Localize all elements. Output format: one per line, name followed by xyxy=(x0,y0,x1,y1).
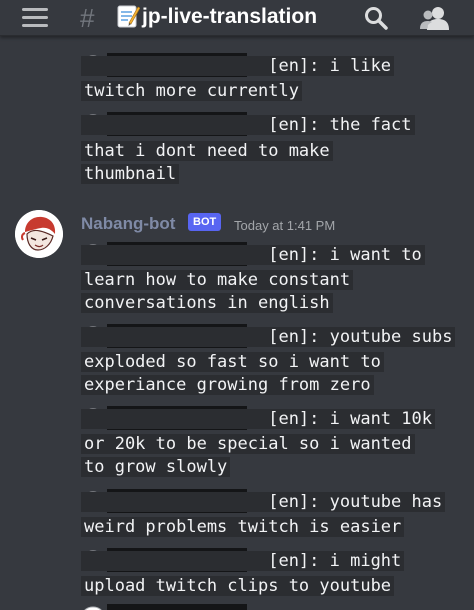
message-text: experiance growing from zero xyxy=(81,374,374,397)
message-text: to grow slowly xyxy=(81,456,231,479)
hamburger-menu-icon[interactable] xyxy=(22,8,48,28)
message-text: [en]: i like xyxy=(81,55,395,78)
message-timestamp: Today at 1:41 PM xyxy=(234,218,336,233)
memo-emoji-icon xyxy=(117,5,140,28)
members-icon[interactable] xyxy=(420,5,450,31)
channel-hash-icon: # xyxy=(80,3,95,33)
channel-name[interactable]: jp-live-translation xyxy=(142,5,317,29)
message-text: learn how to make constant xyxy=(81,269,354,292)
message-text: conversations in english xyxy=(81,292,333,315)
message-text: that i dont need to make xyxy=(81,140,333,163)
bot-badge: BOT xyxy=(188,213,222,231)
channel-header: # jp-live-translation xyxy=(0,0,474,36)
search-icon[interactable] xyxy=(363,5,389,31)
speech-bubble-icon xyxy=(84,606,102,610)
message-text: [en]: youtube has xyxy=(81,491,446,514)
avatar-image xyxy=(15,210,63,258)
message-text: thumbnail xyxy=(81,163,180,186)
user-avatar[interactable] xyxy=(15,210,63,258)
message-list[interactable]: [en]: i like twitch more currently [en]:… xyxy=(0,36,474,610)
message-text: exploded so fast so i want to xyxy=(81,351,384,374)
message-text: twitch more currently xyxy=(81,80,302,103)
message-text: or 20k to be special so i wanted xyxy=(81,433,415,456)
message-text: weird problems twitch is easier xyxy=(81,516,405,539)
message-text: [en]: i want 10k xyxy=(81,408,435,431)
author-name[interactable]: Nabang-bot xyxy=(81,214,175,234)
redacted-username xyxy=(107,604,247,610)
message-text: [en]: the fact xyxy=(81,114,415,137)
message-text: [en]: i might xyxy=(81,550,405,573)
message-text: upload twitch clips to youtube xyxy=(81,575,395,598)
message-text: [en]: i want to xyxy=(81,244,425,267)
message-text: [en]: youtube subs xyxy=(81,326,456,349)
